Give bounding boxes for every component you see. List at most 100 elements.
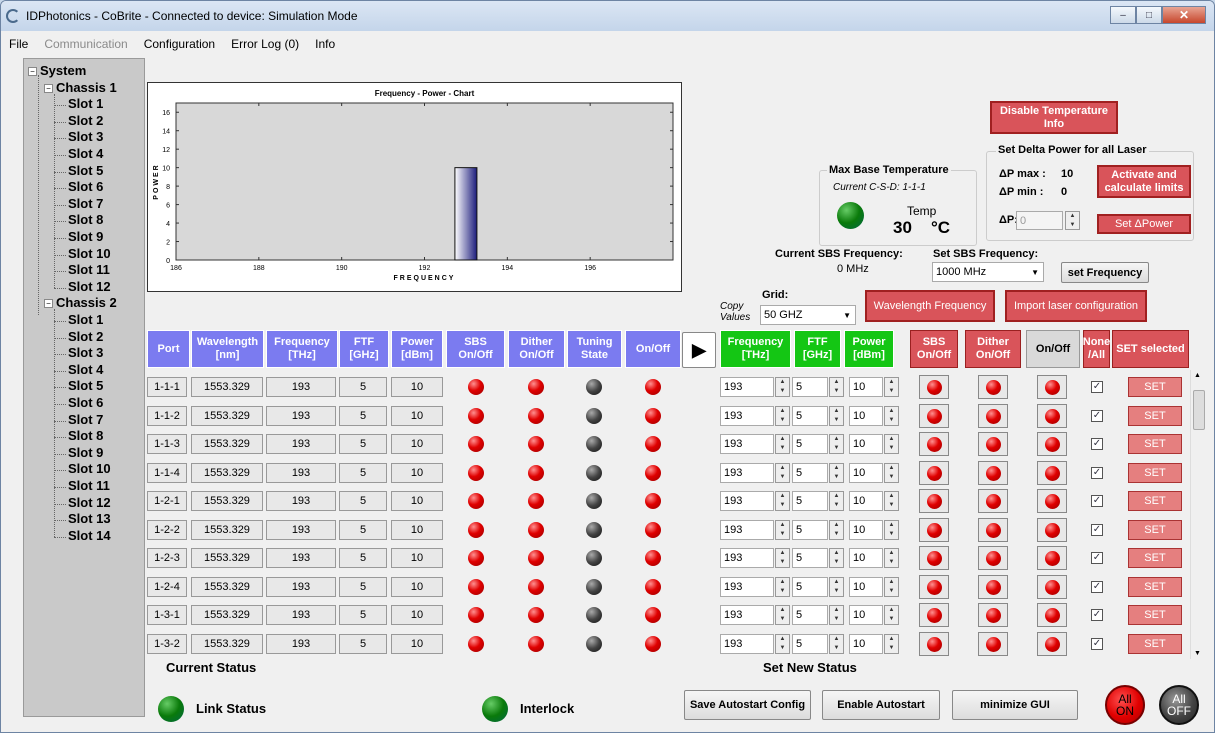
new-power-input[interactable]: 10: [849, 576, 883, 597]
set-row-button[interactable]: SET: [1128, 605, 1182, 625]
select-checkbox[interactable]: ✓: [1091, 466, 1103, 479]
sbs-toggle-button[interactable]: [919, 546, 949, 570]
dp-input[interactable]: 0: [1016, 211, 1063, 230]
new-power-input[interactable]: 10: [849, 377, 883, 397]
tree-chassis-1[interactable]: − Chassis 1: [44, 80, 117, 95]
tree-slot[interactable]: Slot 14: [68, 528, 111, 543]
sbs-toggle-button[interactable]: [919, 403, 949, 428]
power-spinner[interactable]: ▲ ▼: [884, 377, 899, 397]
collapse-icon[interactable]: −: [44, 299, 53, 309]
dither-toggle-button[interactable]: [978, 432, 1008, 456]
sbs-frequency-select[interactable]: 1000 MHz ▼: [932, 262, 1044, 282]
tree-slot[interactable]: Slot 8: [68, 428, 103, 443]
menu-error-log[interactable]: Error Log (0): [223, 37, 307, 51]
tree-slot[interactable]: Slot 1: [68, 96, 103, 111]
tree-slot[interactable]: Slot 9: [68, 445, 103, 460]
dither-toggle-button[interactable]: [978, 603, 1008, 627]
new-ftf-input[interactable]: 5: [792, 434, 828, 454]
new-frequency-input[interactable]: 193: [720, 548, 774, 568]
frequency-spinner[interactable]: ▲ ▼: [775, 576, 790, 597]
frequency-spinner[interactable]: ▲ ▼: [775, 519, 790, 540]
select-checkbox[interactable]: ✓: [1091, 609, 1103, 621]
tree-slot[interactable]: Slot 12: [68, 495, 111, 510]
col-header-new-7[interactable]: SET selected: [1112, 330, 1189, 368]
select-checkbox[interactable]: ✓: [1091, 637, 1103, 650]
new-ftf-input[interactable]: 5: [792, 491, 828, 511]
sbs-toggle-button[interactable]: [919, 460, 949, 485]
power-spinner[interactable]: ▲ ▼: [884, 405, 899, 426]
new-ftf-input[interactable]: 5: [792, 548, 828, 568]
new-power-input[interactable]: 10: [849, 605, 883, 625]
new-power-input[interactable]: 10: [849, 434, 883, 454]
ftf-spinner[interactable]: ▲ ▼: [829, 491, 844, 511]
new-ftf-input[interactable]: 5: [792, 405, 828, 426]
menu-configuration[interactable]: Configuration: [136, 37, 223, 51]
menu-file[interactable]: File: [1, 37, 36, 51]
select-checkbox[interactable]: ✓: [1091, 409, 1103, 422]
table-scrollbar[interactable]: ▲ ▼: [1190, 370, 1206, 659]
wavelength-frequency-button[interactable]: Wavelength Frequency: [865, 290, 995, 322]
set-row-button[interactable]: SET: [1128, 519, 1182, 540]
tree-slot[interactable]: Slot 1: [68, 312, 103, 327]
set-row-button[interactable]: SET: [1128, 633, 1182, 654]
onoff-toggle-button[interactable]: [1037, 517, 1067, 542]
frequency-spinner[interactable]: ▲ ▼: [775, 462, 790, 483]
onoff-toggle-button[interactable]: [1037, 489, 1067, 513]
new-frequency-input[interactable]: 193: [720, 377, 774, 397]
tree-slot[interactable]: Slot 2: [68, 329, 103, 344]
new-power-input[interactable]: 10: [849, 405, 883, 426]
tree-slot[interactable]: Slot 4: [68, 146, 103, 161]
ftf-spinner[interactable]: ▲ ▼: [829, 462, 844, 483]
sbs-toggle-button[interactable]: [919, 603, 949, 627]
tree-system[interactable]: − System: [28, 63, 86, 78]
new-power-input[interactable]: 10: [849, 491, 883, 511]
ftf-spinner[interactable]: ▲ ▼: [829, 633, 844, 654]
ftf-spinner[interactable]: ▲ ▼: [829, 576, 844, 597]
sbs-toggle-button[interactable]: [919, 574, 949, 599]
frequency-spinner[interactable]: ▲ ▼: [775, 633, 790, 654]
frequency-spinner[interactable]: ▲ ▼: [775, 405, 790, 426]
dither-toggle-button[interactable]: [978, 517, 1008, 542]
tree-slot[interactable]: Slot 11: [68, 478, 110, 493]
new-frequency-input[interactable]: 193: [720, 434, 774, 454]
onoff-toggle-button[interactable]: [1037, 546, 1067, 570]
dither-toggle-button[interactable]: [978, 574, 1008, 599]
sbs-toggle-button[interactable]: [919, 517, 949, 542]
tree-slot[interactable]: Slot 12: [68, 279, 111, 294]
onoff-toggle-button[interactable]: [1037, 403, 1067, 428]
onoff-toggle-button[interactable]: [1037, 375, 1067, 399]
new-frequency-input[interactable]: 193: [720, 519, 774, 540]
tree-slot[interactable]: Slot 8: [68, 212, 103, 227]
select-checkbox[interactable]: ✓: [1091, 495, 1103, 507]
new-ftf-input[interactable]: 5: [792, 605, 828, 625]
tree-chassis-2[interactable]: − Chassis 2: [44, 295, 117, 310]
set-delta-power-button[interactable]: Set ΔPower: [1097, 214, 1191, 234]
col-header-new-6[interactable]: None /All: [1083, 330, 1110, 368]
import-laser-config-button[interactable]: Import laser configuration: [1005, 290, 1147, 322]
power-spinner[interactable]: ▲ ▼: [884, 548, 899, 568]
ftf-spinner[interactable]: ▲ ▼: [829, 405, 844, 426]
tree-slot[interactable]: Slot 3: [68, 345, 103, 360]
tree-slot[interactable]: Slot 10: [68, 246, 111, 261]
new-frequency-input[interactable]: 193: [720, 576, 774, 597]
ftf-spinner[interactable]: ▲ ▼: [829, 605, 844, 625]
new-ftf-input[interactable]: 5: [792, 576, 828, 597]
all-off-button[interactable]: All OFF: [1159, 685, 1199, 725]
select-checkbox[interactable]: ✓: [1091, 552, 1103, 564]
col-header-new-4[interactable]: Dither On/Off: [965, 330, 1021, 368]
frequency-spinner[interactable]: ▲ ▼: [775, 434, 790, 454]
copy-values-arrow-button[interactable]: ▶: [682, 332, 716, 368]
new-frequency-input[interactable]: 193: [720, 491, 774, 511]
select-checkbox[interactable]: ✓: [1091, 580, 1103, 593]
frequency-spinner[interactable]: ▲ ▼: [775, 548, 790, 568]
dp-spinner[interactable]: ▲ ▼: [1065, 211, 1080, 230]
new-power-input[interactable]: 10: [849, 548, 883, 568]
ftf-spinner[interactable]: ▲ ▼: [829, 377, 844, 397]
frequency-spinner[interactable]: ▲ ▼: [775, 491, 790, 511]
menu-info[interactable]: Info: [307, 37, 343, 51]
set-row-button[interactable]: SET: [1128, 576, 1182, 597]
set-row-button[interactable]: SET: [1128, 548, 1182, 568]
tree-slot[interactable]: Slot 6: [68, 395, 103, 410]
tree-slot[interactable]: Slot 5: [68, 378, 103, 393]
dither-toggle-button[interactable]: [978, 631, 1008, 656]
